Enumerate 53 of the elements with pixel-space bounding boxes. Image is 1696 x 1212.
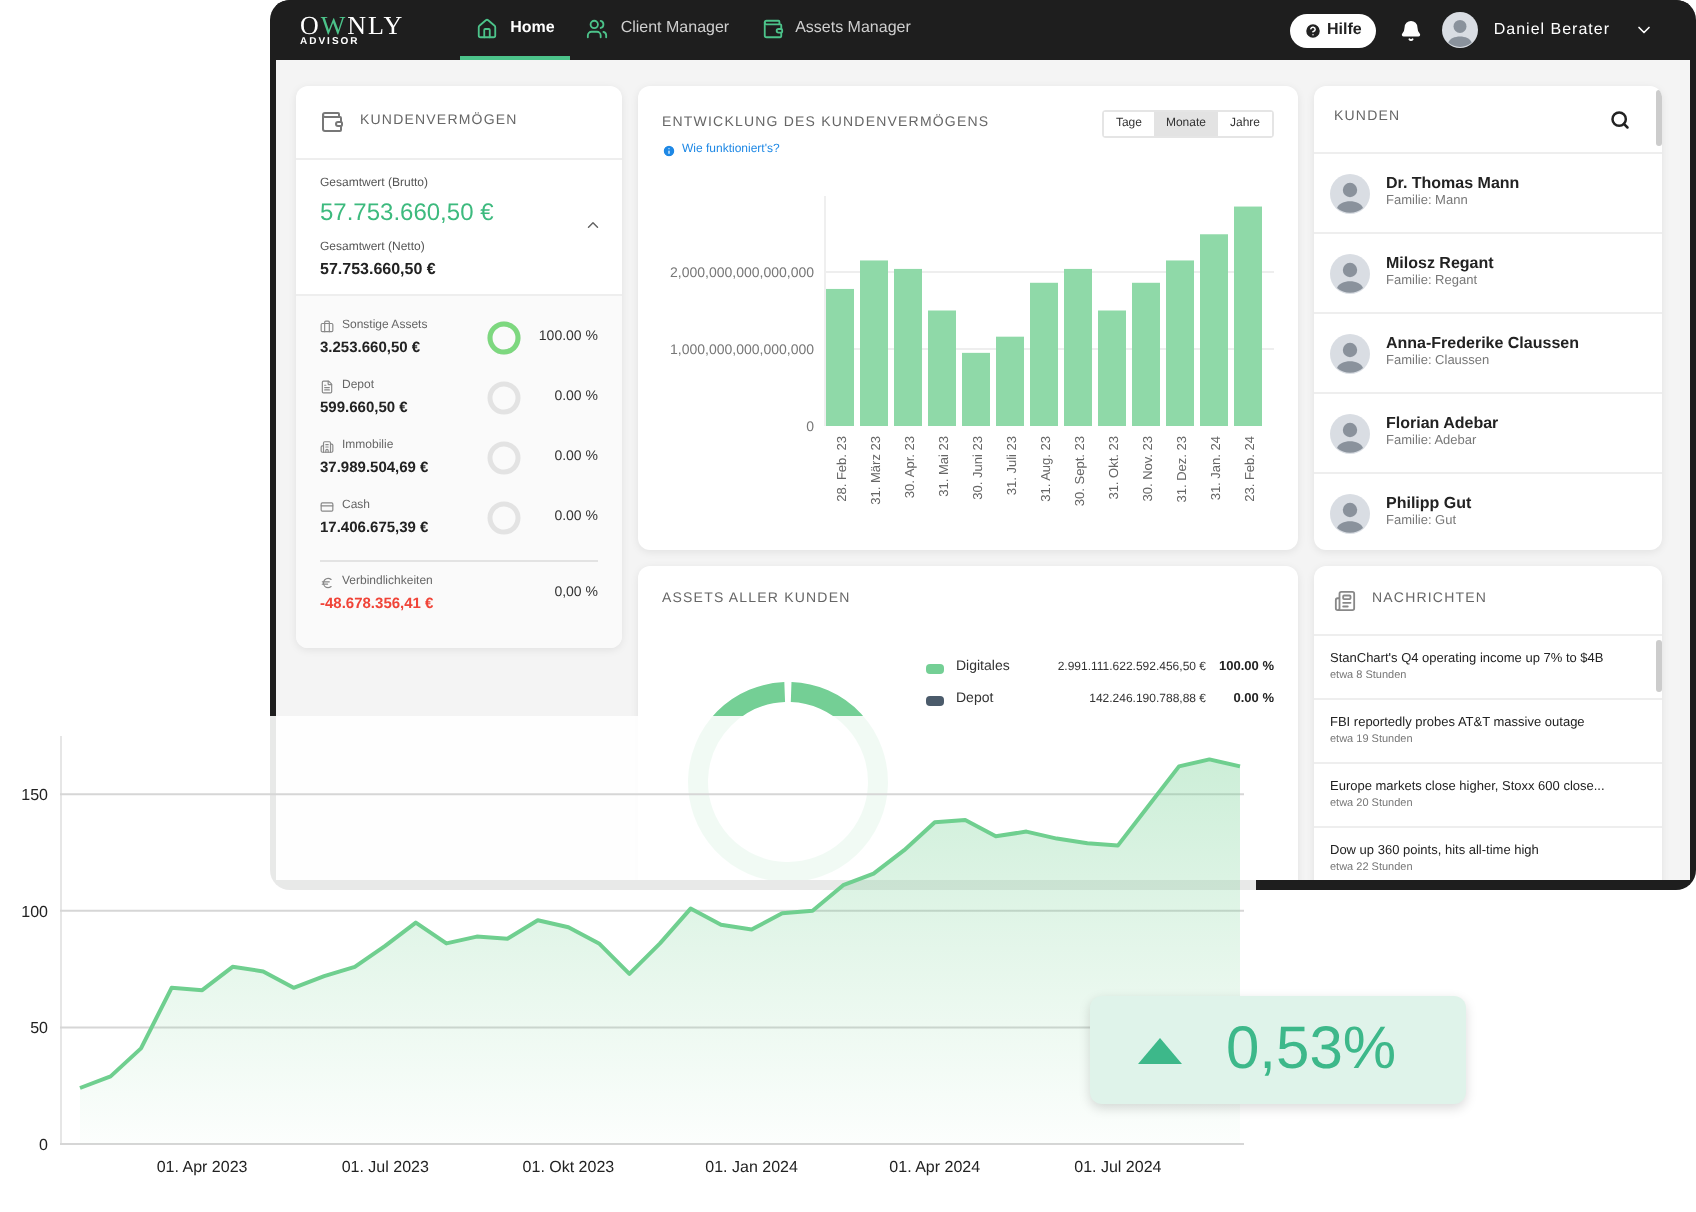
bar [826, 288, 854, 426]
axis-tick-label: 100 [21, 902, 48, 921]
newspaper-icon [1334, 589, 1356, 611]
wallet-icon [761, 17, 784, 39]
notification-bell-icon[interactable] [1399, 19, 1422, 41]
axis-tick-label: 150 [21, 786, 48, 805]
bar [1030, 282, 1058, 426]
avatar-icon [1330, 333, 1370, 373]
asset-icon [320, 319, 334, 334]
collapse-icon[interactable] [584, 216, 602, 234]
bar [1098, 310, 1126, 426]
avatar-icon [1330, 493, 1370, 533]
customer-name: Philipp Gut [1386, 494, 1472, 515]
nav-tab[interactable]: Client Manager [570, 0, 746, 60]
people-icon [586, 17, 609, 39]
avatar-icon [1330, 173, 1370, 213]
change-value: 0,53% [1226, 1020, 1397, 1080]
help-button[interactable]: Hilfe [1289, 13, 1376, 47]
user-name[interactable]: Daniel Berater [1493, 18, 1610, 42]
bar [928, 310, 956, 426]
nav-tab[interactable]: Assets Manager [745, 0, 927, 60]
bar [996, 336, 1024, 426]
customer-name: Anna-Frederike Claussen [1386, 334, 1579, 354]
axis-date-label: 01. Jul 2024 [1074, 1158, 1162, 1176]
euro-icon [320, 576, 334, 590]
axis-date-label: 01. Jan 2024 [705, 1158, 798, 1176]
asset-icon [320, 499, 334, 514]
axis-date-label: 01. Jul 2023 [341, 1158, 429, 1176]
home-icon [476, 17, 499, 39]
axis-tick-label: 0 [39, 1136, 48, 1154]
asset-icon [320, 439, 334, 454]
avatar-icon [1441, 12, 1478, 48]
wallet-icon [320, 110, 344, 134]
search-icon[interactable] [1610, 109, 1630, 129]
gross-value: 57.753.660,50 € [320, 196, 494, 230]
asset-icon [320, 379, 334, 394]
avatar-icon [1330, 253, 1370, 293]
customer-name: Milosz Regant [1386, 254, 1494, 274]
help-icon [1303, 21, 1322, 39]
axis-date-label: 01. Apr 2023 [156, 1158, 248, 1176]
bar [1132, 282, 1160, 426]
scrollbar-thumb[interactable] [1656, 640, 1662, 692]
net-value: 57.753.660,50 € [320, 258, 438, 282]
customer-name: Florian Adebar [1386, 414, 1499, 434]
customer-name: Dr. Thomas Mann [1386, 174, 1520, 194]
info-icon [662, 144, 676, 158]
scrollbar-thumb[interactable] [1656, 90, 1662, 146]
axis-date-label: 01. Okt 2023 [522, 1158, 615, 1176]
axis-date-label: 01. Apr 2024 [889, 1158, 981, 1176]
avatar-icon [1330, 413, 1370, 453]
bar [962, 352, 990, 426]
axis-tick-label: 50 [30, 1019, 48, 1038]
share-ring [486, 320, 522, 356]
